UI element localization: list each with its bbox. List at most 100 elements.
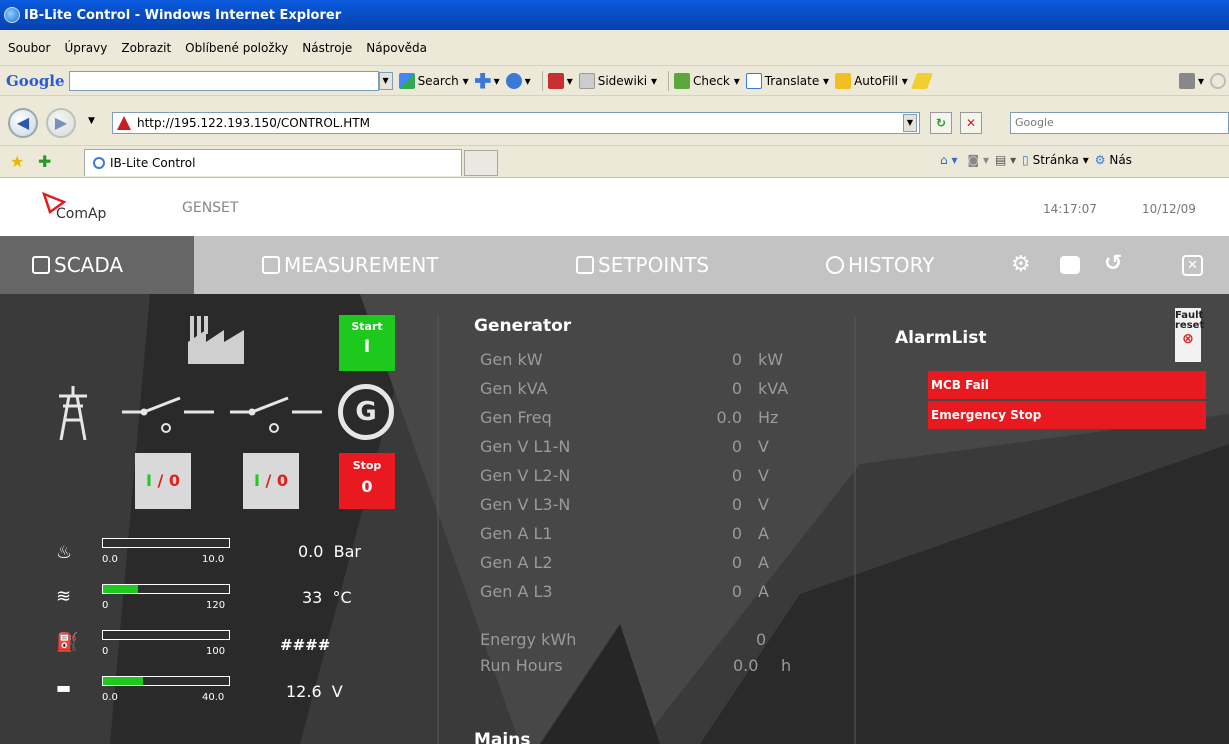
feeds-button[interactable]: ◙ ▾ [967,153,989,167]
alarm-item: Emergency Stop [928,401,1206,429]
browser-tab[interactable]: IB-Lite Control [84,149,462,176]
window-title: IB-Lite Control - Windows Internet Explo… [24,7,342,23]
loading-icon [93,157,105,169]
spellcheck-button[interactable]: Check ▾ [673,72,740,89]
menu-zobrazit[interactable]: Zobrazit [121,41,171,55]
tab-setpoints[interactable]: SETPOINTS [576,236,709,294]
back-button[interactable]: ◀ [8,108,38,138]
gauge-min: 0.0 [102,692,118,703]
forward-button[interactable]: ▶ [46,108,76,138]
generator-row-unit: kVA [758,379,789,398]
generator-row-unit: V [758,466,769,485]
menu-nastroje[interactable]: Nástroje [302,41,352,55]
tab-history[interactable]: HISTORY [826,236,934,294]
generator-row: Gen V L2-N 0 V [480,466,820,490]
generator-row-label: Gen Freq [480,408,552,427]
gear-icon: ⚙ [1094,153,1106,167]
settings-button[interactable]: ⚙ [1011,254,1031,276]
page-menu-button[interactable]: ▯ Stránka ▾ [1022,153,1089,167]
run-hours-value: 0.0 [733,656,759,675]
start-label: Start [351,320,383,333]
add-favorite-button[interactable]: ✚ [38,152,51,171]
new-tab-button[interactable] [464,150,498,176]
highlighter-button[interactable] [910,72,933,89]
generator-row-label: Gen V L2-N [480,466,571,485]
translate-button[interactable]: Translate ▾ [745,72,829,89]
translate-icon [745,72,762,89]
menu-napoveda[interactable]: Nápověda [366,41,427,55]
highlighter-icon [910,72,933,89]
energy-value: 0 [756,630,767,649]
generator-row-unit: A [758,553,769,572]
popup-blocker-button[interactable]: ▾ [547,72,573,89]
generator-row-unit: V [758,437,769,456]
menu-oblibene[interactable]: Oblíbené položky [185,41,288,55]
generator-row-unit: A [758,524,769,543]
lock-button[interactable] [1060,256,1080,274]
gauge-fuel-level: ⛽ 0 100 #### [52,630,432,670]
google-signin-button[interactable] [1210,72,1229,89]
menu-soubor[interactable]: Soubor [8,41,50,55]
generator-row: Gen A L3 0 A [480,582,820,606]
generator-row-label: Gen kVA [480,379,548,398]
stop-button[interactable]: Stop 0 [339,453,395,509]
tab-scada[interactable]: SCADA [0,236,194,294]
stop-symbol: 0 [361,477,373,496]
google-dropdown-button[interactable]: ▼ [378,71,393,90]
plus-icon [474,72,491,89]
factory-load-icon [188,316,244,364]
logout-button[interactable]: ✕ [1182,255,1203,276]
generator-row-label: Gen A L2 [480,553,553,572]
generator-row: Gen kW 0 kW [480,350,820,374]
google-search-icon [398,72,415,89]
favorites-star-button[interactable]: ★ [10,152,24,171]
coolant-temp-icon: ≋ [56,586,72,607]
gauge-coolant-temp: ≋ 0 120 33 °C [52,584,432,624]
printer-icon: ▤ [994,153,1007,167]
address-input[interactable]: http://195.122.193.150/CONTROL.HTM [112,112,920,134]
print-button[interactable]: ▤ ▾ [995,153,1016,167]
generator-title: Generator [474,316,572,336]
favorites-tab-bar: ★ ✚ IB-Lite Control ⌂ ▾ ◙ ▾ ▤ ▾ ▯ Stránk… [0,146,1229,178]
mains-title: Mains [474,730,531,744]
fault-reset-button[interactable]: Fault reset ⊗ [1175,308,1204,362]
generator-row: Gen kVA 0 kVA [480,379,820,403]
autofill-button[interactable]: AutoFill ▾ [835,72,908,89]
menu-upravy[interactable]: Úpravy [64,41,107,55]
mains-breaker-button[interactable]: I / 0 [135,453,191,509]
google-search-button[interactable]: Search ▾ [398,72,469,89]
refresh-button[interactable]: ↻ [930,112,952,134]
google-search-input[interactable] [68,70,379,91]
tab-measurement[interactable]: MEASUREMENT [262,236,439,294]
page-icon: ▯ [1022,153,1029,167]
home-button[interactable]: ⌂ ▾ [940,153,957,167]
close-icon: ✕ [965,116,977,130]
brand-name: ComAp [56,206,107,222]
history-dropdown-button[interactable]: ▼ [88,116,95,126]
sidewiki-button[interactable]: Sidewiki ▾ [578,72,657,89]
generator-row-unit: V [758,495,769,514]
refresh-page-button[interactable]: ↺ [1104,252,1122,276]
generator-breaker-button[interactable]: I / 0 [243,453,299,509]
gauge-fill [103,585,138,593]
gauge-battery: ▬ 0.0 40.0 12.6 V [52,676,432,716]
alarm-item: MCB Fail [928,371,1206,399]
gauge-oil-pressure: ♨ 0.0 10.0 0.0 Bar [52,538,432,578]
tools-menu-button[interactable]: ⚙ Nás [1095,153,1132,167]
google-bubble-button[interactable]: ▾ [505,72,531,89]
main-nav: SCADA MEASUREMENT SETPOINTS HISTORY ⚙ ↺ … [0,236,1229,294]
fuel-level-icon: ⛽ [56,632,79,653]
wrench-settings-button[interactable]: ▾ [1178,72,1204,89]
sidewiki-icon [578,72,595,89]
gauge-min: 0.0 [102,554,118,565]
generator-row: Gen A L2 0 A [480,553,820,577]
google-plus-button[interactable]: ▾ [474,72,500,89]
scada-panel: Start I G I / 0 I / 0 Stop 0 ♨ 0.0 10.0 … [0,294,1229,744]
back-arrow-icon: ◀ [16,113,30,132]
stop-load-button[interactable]: ✕ [960,112,982,134]
wrench-icon [1178,72,1195,89]
generator-row: Gen V L3-N 0 V [480,495,820,519]
live-search-input[interactable]: Google [1010,112,1229,134]
start-button[interactable]: Start I [339,315,395,371]
address-dropdown-button[interactable]: ▼ [903,114,917,132]
